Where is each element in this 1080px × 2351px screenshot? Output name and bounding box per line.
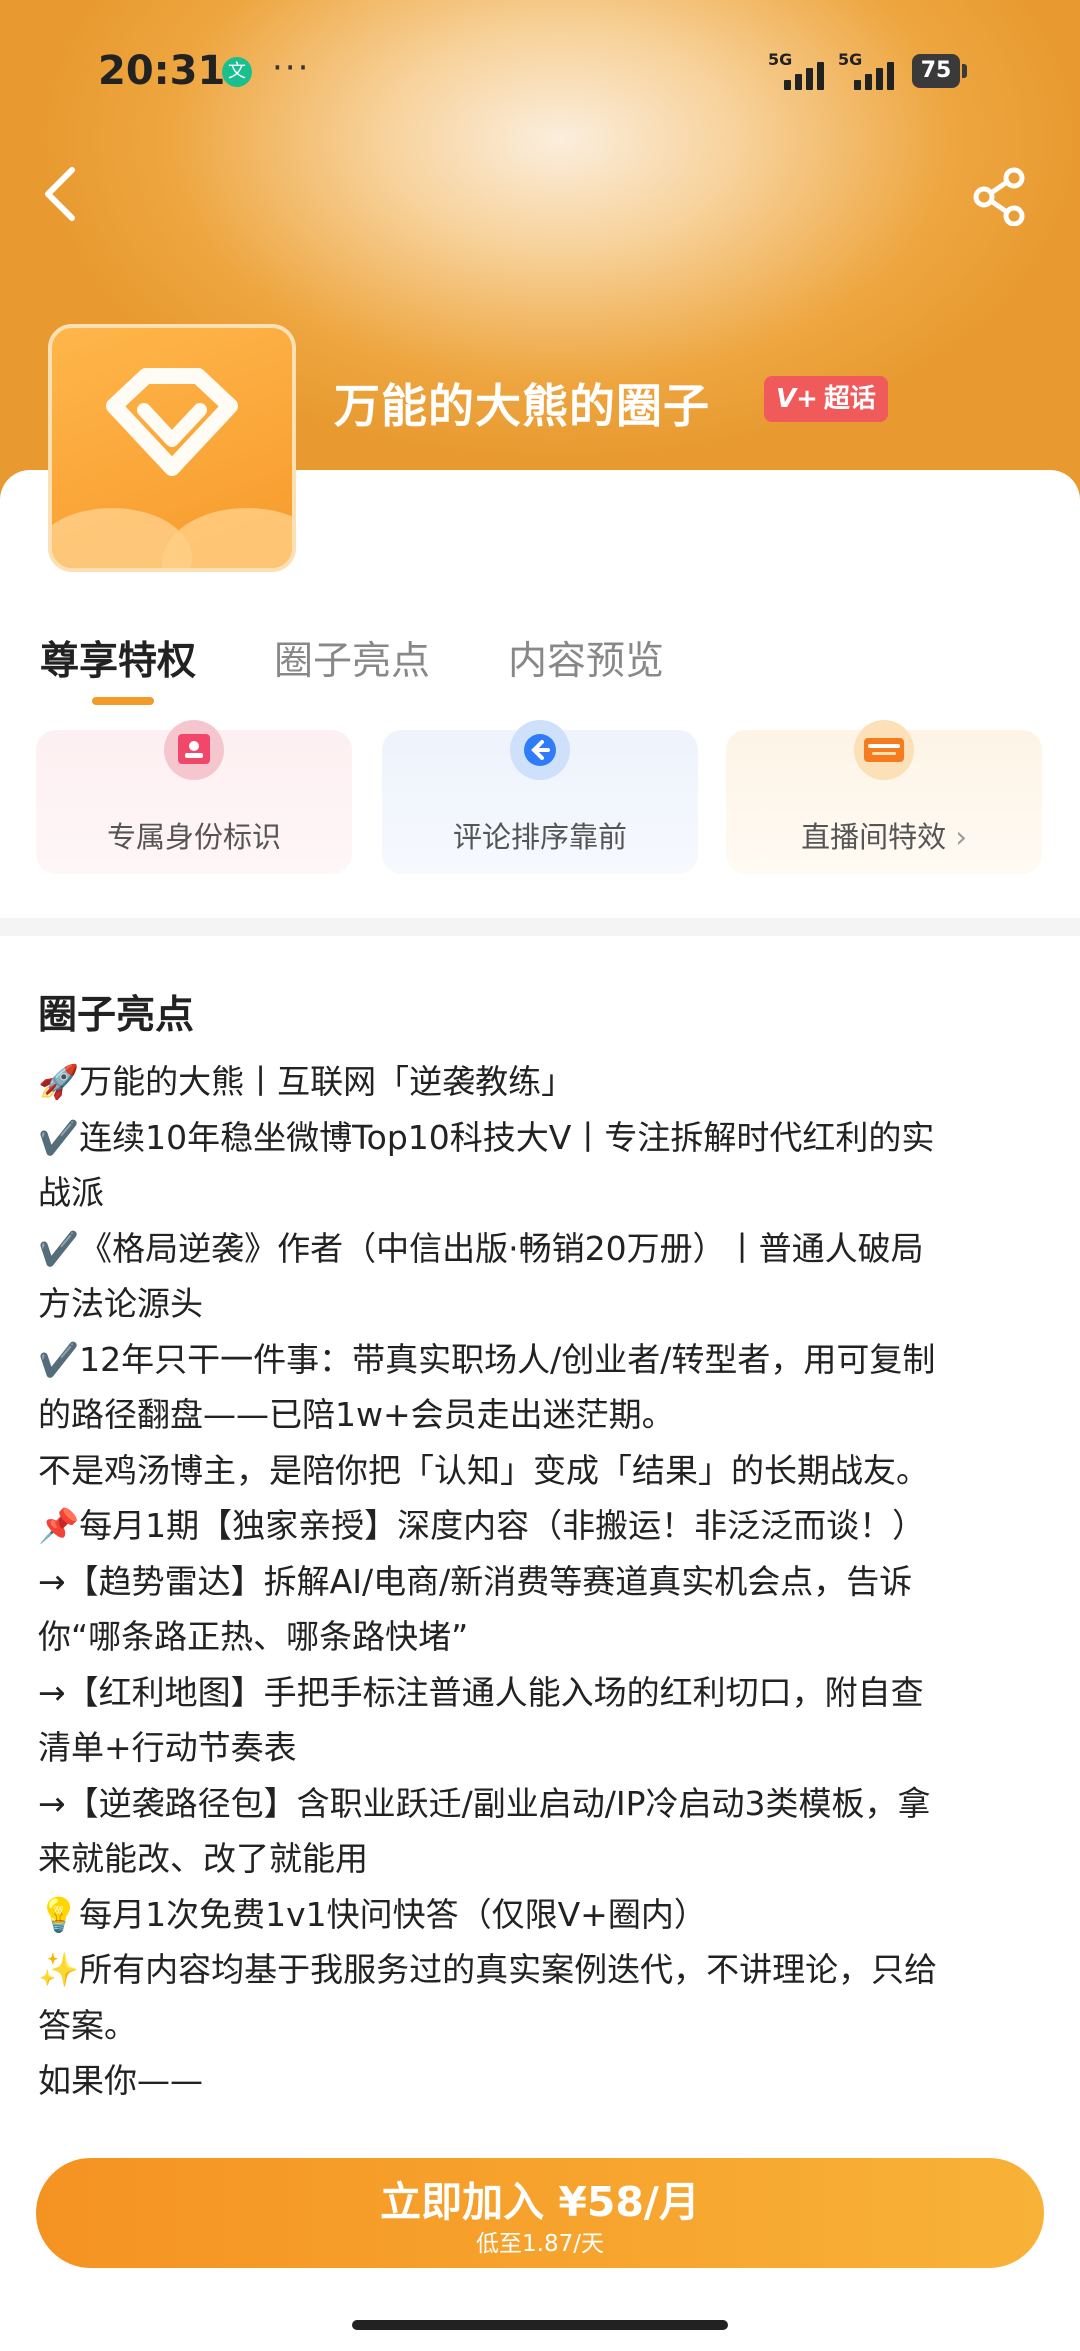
highlight-line: 的路径翻盘——已陪1w+会员走出迷茫期。	[38, 1395, 675, 1434]
highlight-line: →【红利地图】手把手标注普通人能入场的红利切口，附自查	[38, 1672, 924, 1712]
home-indicator[interactable]	[352, 2320, 728, 2330]
section-divider	[0, 918, 1080, 936]
chevron-right-icon: ›	[955, 820, 967, 854]
signal-2-icon: 5G	[838, 50, 908, 90]
more-notifications-icon: ···	[272, 48, 311, 88]
active-tab-indicator	[92, 697, 154, 705]
tab-preview[interactable]: 内容预览	[508, 630, 664, 686]
highlights-body: 🚀万能的大熊丨互联网「逆袭教练」 ✔️连续10年稳坐微博Top10科技大V丨专注…	[38, 1054, 1048, 2109]
diamond-logo-icon	[106, 368, 238, 476]
highlights-title: 圈子亮点	[38, 993, 195, 1038]
circle-avatar	[48, 324, 296, 572]
boom-effect-icon	[854, 720, 914, 780]
highlight-line: 来就能改、改了就能用	[38, 1839, 368, 1878]
status-time: 20:31	[98, 48, 226, 94]
highlight-line: ✔️连续10年稳坐微博Top10科技大V丨专注拆解时代红利的实	[38, 1117, 935, 1157]
highlight-line: 方法论源头	[38, 1284, 203, 1323]
join-button-label: 立即加入 ¥58/月	[380, 2178, 700, 2226]
highlight-line: 你“哪条路正热、哪条路快堵”	[38, 1617, 469, 1656]
share-button[interactable]	[970, 166, 1030, 227]
tab-privileges[interactable]: 尊享特权	[40, 630, 196, 686]
highlight-line: ✨所有内容均基于我服务过的真实案例迭代，不讲理论，只给	[38, 1950, 938, 1989]
perk-comment-priority[interactable]: 评论排序靠前	[382, 720, 698, 874]
circle-title: 万能的大熊的圈子	[334, 379, 710, 433]
battery-indicator: 75	[912, 54, 960, 88]
highlight-line: 💡每月1次免费1v1快问快答（仅限V+圈内）	[38, 1894, 707, 1934]
chevron-left-icon	[45, 167, 75, 221]
highlight-line: 清单+行动节奏表	[38, 1728, 297, 1767]
highlight-line: 答案。	[38, 2005, 137, 2045]
share-icon	[973, 167, 1025, 227]
vplus-label: V+	[776, 384, 818, 414]
highlight-line: 战派	[38, 1173, 104, 1212]
highlight-line: 如果你——	[38, 2061, 203, 2100]
highlight-line: ✔️12年只干一件事：带真实职场人/创业者/转型者，用可复制	[38, 1339, 936, 1379]
perk-label: 直播间特效 ›	[726, 814, 1042, 856]
perk-label: 评论排序靠前	[452, 820, 627, 854]
perk-identity[interactable]: 专属身份标识	[36, 720, 352, 874]
join-button-sublabel: 低至1.87/天	[476, 2231, 604, 2257]
back-button[interactable]	[34, 162, 94, 222]
battery-tip	[962, 64, 967, 78]
join-button[interactable]: 立即加入 ¥58/月 低至1.87/天	[36, 2158, 1044, 2268]
signal-1-icon: 5G	[768, 50, 838, 90]
app-notification-icon: 文	[222, 57, 252, 87]
tab-bar: 尊享特权 圈子亮点 内容预览	[40, 630, 664, 686]
highlight-line: ✔️《格局逆袭》作者（中信出版·畅销20万册）丨普通人破局	[38, 1228, 924, 1268]
comment-arrow-icon	[510, 720, 570, 780]
highlight-line: 🚀万能的大熊丨互联网「逆袭教练」	[38, 1062, 575, 1101]
highlight-line: →【趋势雷达】拆解AI/电商/新消费等赛道真实机会点，告诉	[38, 1561, 913, 1601]
super-topic-badge[interactable]: V+ 超话	[764, 376, 888, 422]
status-bar: 20:31 文 ··· 5G 5G 75	[0, 0, 1080, 150]
id-badge-icon	[164, 720, 224, 780]
perk-live-effects[interactable]: 直播间特效 ›	[726, 720, 1042, 874]
highlight-line: 不是鸡汤博主，是陪你把「认知」变成「结果」的长期战友。	[38, 1450, 929, 1490]
perk-label: 专属身份标识	[106, 820, 281, 854]
highlight-line: 📌每月1期【独家亲授】深度内容（非搬运！非泛泛而谈！）	[38, 1506, 926, 1545]
badge-label: 超话	[823, 384, 876, 414]
perk-label-text: 直播间特效	[801, 820, 947, 854]
highlight-line: →【逆袭路径包】含职业跃迁/副业启动/IP冷启动3类模板，拿	[38, 1783, 931, 1823]
tab-highlights[interactable]: 圈子亮点	[274, 630, 430, 686]
